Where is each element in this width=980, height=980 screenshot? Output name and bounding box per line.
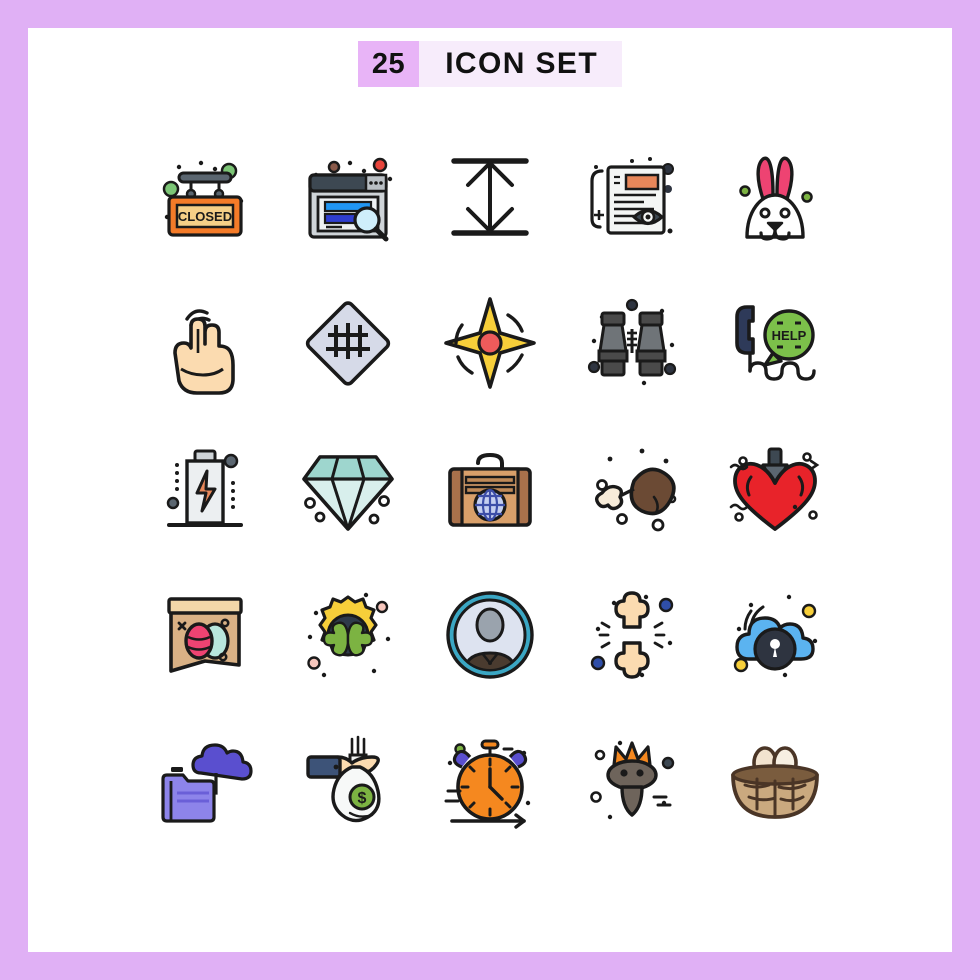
easter-egg-banner-icon: [167, 597, 243, 673]
two-finger-tap-icon: [173, 309, 235, 395]
diamond-icon: [301, 455, 394, 531]
cloud-folder-icon: [161, 743, 253, 823]
icon-cell-nest-eggs[interactable]: [704, 708, 846, 854]
closed-sign-text: CLOSED: [178, 209, 232, 224]
news-preview-eye-icon: [590, 157, 675, 235]
icon-cell-heart-dagger[interactable]: [704, 416, 846, 562]
chicken-drumstick-icon: [595, 448, 677, 532]
binoculars-icon: [588, 298, 677, 386]
closed-sign-icon: CLOSED: [162, 160, 244, 237]
icon-cell-news-preview[interactable]: [561, 124, 703, 270]
bone-joint-icon: [591, 591, 674, 679]
clover-badge-icon: [306, 592, 390, 678]
icon-cell-easter-egg-banner[interactable]: [134, 562, 276, 708]
icon-cell-alarm-clock[interactable]: [419, 708, 561, 854]
icon-cell-binoculars[interactable]: [561, 270, 703, 416]
vertical-resize-icon: [451, 158, 529, 236]
page-title: ICON SET: [419, 41, 623, 87]
icon-cell-cloud-lock[interactable]: [704, 562, 846, 708]
compass-star-icon: [444, 297, 536, 389]
help-bubble-text: HELP: [771, 328, 806, 343]
icon-count-badge: 25: [357, 41, 420, 87]
icon-cell-railway-crossing[interactable]: [276, 270, 418, 416]
icon-cell-clover-badge[interactable]: [276, 562, 418, 708]
icon-cell-money-bag-hand[interactable]: $: [276, 708, 418, 854]
icon-cell-two-finger-tap[interactable]: [134, 270, 276, 416]
money-bag-hand-icon: $: [305, 735, 381, 823]
icon-cell-vertical-resize[interactable]: [419, 124, 561, 270]
alarm-clock-icon: [444, 739, 531, 829]
travel-suitcase-icon: [448, 452, 532, 527]
icon-cell-cloud-folder[interactable]: [134, 708, 276, 854]
nest-eggs-icon: [730, 746, 819, 819]
icon-cell-bunny-face[interactable]: [704, 124, 846, 270]
railway-crossing-icon: [305, 301, 390, 386]
icon-cell-battery-charge[interactable]: [134, 416, 276, 562]
icon-cell-browser-search[interactable]: [276, 124, 418, 270]
icon-cell-diamond[interactable]: [276, 416, 418, 562]
icon-cell-user-avatar[interactable]: [419, 562, 561, 708]
page-header: 25 ICON SET: [28, 28, 952, 100]
icon-cell-moose-head[interactable]: [561, 708, 703, 854]
icon-cell-help-phone[interactable]: HELP: [704, 270, 846, 416]
user-avatar-icon: [446, 591, 534, 679]
heart-dagger-icon: [729, 447, 820, 531]
icon-cell-compass-star[interactable]: [419, 270, 561, 416]
dollar-sign-glyph: $: [357, 790, 366, 807]
icon-set-page: 25 ICON SET CLOSED HELP $: [28, 28, 952, 952]
icon-cell-chicken-drumstick[interactable]: [561, 416, 703, 562]
battery-charge-icon: [166, 449, 244, 527]
icon-grid: CLOSED HELP $: [134, 124, 846, 854]
cloud-lock-icon: [733, 594, 817, 678]
icon-cell-bone-joint[interactable]: [561, 562, 703, 708]
icon-cell-travel-suitcase[interactable]: [419, 416, 561, 562]
moose-head-icon: [590, 740, 675, 820]
help-phone-icon: HELP: [734, 305, 816, 381]
browser-search-icon: [307, 157, 392, 242]
title-block: 25 ICON SET: [357, 41, 623, 87]
icon-cell-closed-sign[interactable]: CLOSED: [134, 124, 276, 270]
bunny-face-icon: [739, 156, 813, 241]
